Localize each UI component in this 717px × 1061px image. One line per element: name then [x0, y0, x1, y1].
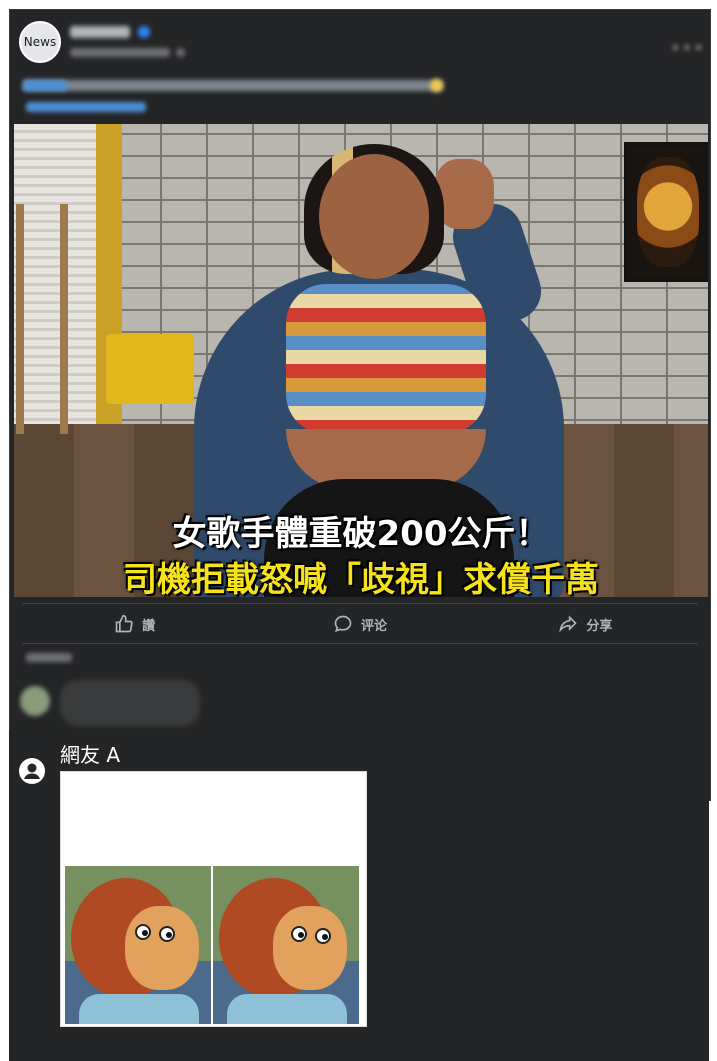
avatar-label: News [23, 35, 57, 49]
thumbs-up-icon [115, 614, 133, 633]
monkey-collar [79, 994, 199, 1024]
meme-panel-right [213, 866, 361, 1024]
face [319, 154, 429, 279]
divider [22, 643, 698, 644]
comment-meme-image[interactable] [60, 771, 367, 1027]
monkey-eye [135, 924, 151, 940]
action-bar: 讚 评论 分享 [22, 606, 698, 642]
monkey-face [125, 906, 199, 990]
like-label: 讚 [142, 618, 156, 634]
monkey-collar [227, 994, 347, 1024]
caption-line-1: 女歌手體重破200公斤！ [172, 514, 550, 554]
globe-icon [176, 48, 185, 57]
monkey-eye [315, 928, 331, 944]
mop-bucket [106, 334, 194, 404]
ladder [16, 204, 68, 434]
comment-label: 评论 [360, 618, 387, 634]
verified-icon [138, 26, 150, 38]
comment-sort-blurred[interactable] [26, 653, 72, 662]
post-hashtag-blurred[interactable] [23, 80, 67, 91]
post-timestamp-blurred[interactable] [70, 48, 170, 57]
monkey-puppet-meme [65, 866, 361, 1024]
commenter-avatar-blurred[interactable] [20, 686, 50, 716]
monkey-eye [291, 926, 307, 942]
meme-panel-left [65, 866, 213, 1024]
lion-art [637, 157, 699, 267]
monkey-face [273, 906, 347, 990]
page-name-blurred[interactable] [70, 26, 130, 38]
user-icon[interactable] [19, 758, 45, 784]
comment-bubble-blurred [60, 680, 200, 726]
comment-section: 網友 A [9, 730, 709, 1061]
comment-button[interactable]: 评论 [247, 606, 472, 642]
share-button[interactable]: 分享 [473, 606, 698, 642]
comment-username[interactable]: 網友 A [60, 739, 120, 768]
post-photo[interactable]: 女歌手體重破200公斤！ 司機拒載怒喊「歧視」求償千萬 [14, 124, 708, 597]
share-icon [559, 615, 577, 633]
post-text-blurred [23, 80, 443, 91]
post-link-blurred[interactable] [26, 102, 146, 112]
post-card: News ••• 女歌手體重破200公斤！ 司機拒載怒喊「歧視」求償千萬 讚 评… [9, 9, 711, 801]
monkey-eye [159, 926, 175, 942]
lion-painting [624, 142, 708, 282]
page-avatar[interactable]: News [19, 21, 61, 63]
divider [22, 603, 698, 604]
caption-line-2: 司機拒載怒喊「歧視」求償千萬 [123, 560, 599, 597]
emoji-icon [430, 79, 443, 92]
comment-icon [334, 615, 352, 632]
share-label: 分享 [586, 618, 613, 634]
more-icon[interactable]: ••• [670, 38, 705, 59]
patterned-top [286, 284, 486, 434]
like-button[interactable]: 讚 [22, 606, 247, 642]
